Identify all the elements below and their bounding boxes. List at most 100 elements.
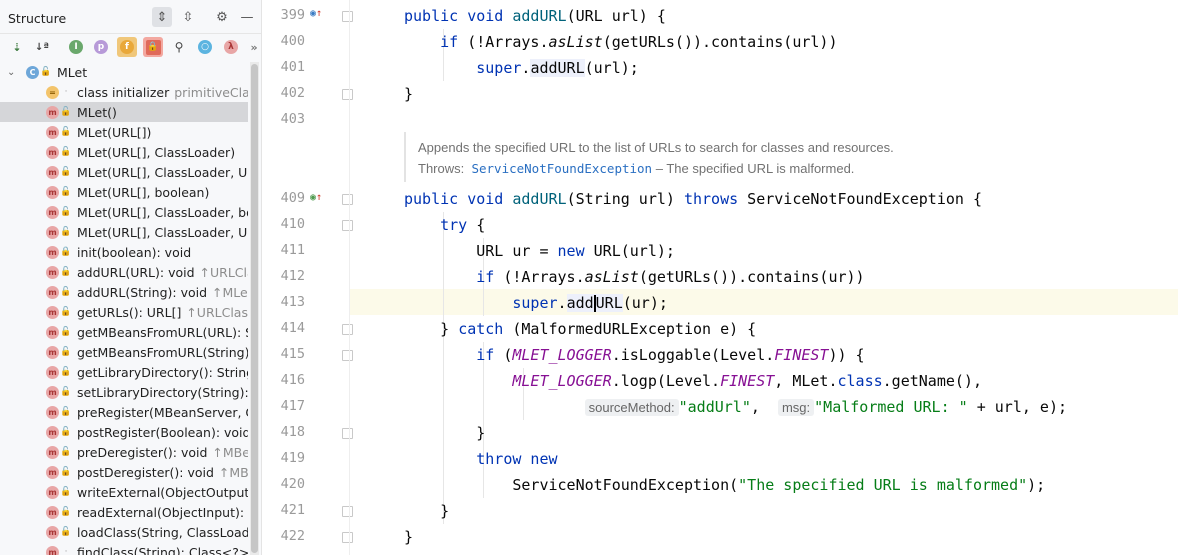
code-line-422[interactable]: } <box>404 524 413 550</box>
code-line-416[interactable]: MLET_LOGGER.logp(Level.FINEST, MLet.clas… <box>404 368 982 394</box>
public-visibility-icon: 🔓 <box>60 487 72 497</box>
code-editor[interactable]: 399 400 401 402 403 409 410 411 412 413 414 415 416 4… <box>263 0 1178 555</box>
fold-marker-icon[interactable] <box>342 324 353 335</box>
tree-item[interactable]: m·findClass(String): Class<?>↑ <box>0 542 248 555</box>
public-visibility-icon: 🔓 <box>60 187 72 197</box>
code-line-417[interactable]: sourceMethod: "addUrl", msg: "Malformed UR… <box>404 394 1067 420</box>
tree-item-label: class initializer <box>77 84 170 100</box>
line-number: 414 <box>280 320 305 336</box>
tree-item[interactable]: m 🔓 MLet(URL[], ClassLoader, UR <box>0 162 248 182</box>
minimize-icon[interactable]: — <box>237 7 257 27</box>
tree-item[interactable]: m 🔒 init(boolean): void <box>0 242 248 262</box>
tree-item[interactable]: m🔓 postDeregister(): void↑MBea <box>0 462 248 482</box>
fold-marker-icon[interactable] <box>342 220 353 231</box>
javadoc-rendered: Appends the specified URL to the list of… <box>404 132 1174 182</box>
code-line-410[interactable]: try { <box>404 212 485 238</box>
public-visibility-icon: 🔓 <box>60 447 72 457</box>
sort-by-visibility-icon[interactable]: ⇣ <box>7 37 27 57</box>
tree-item[interactable]: m 🔓 loadClass(String, ClassLoade <box>0 522 248 542</box>
code-line-419[interactable]: throw new <box>404 446 557 472</box>
tree-item-label: MLet() <box>77 104 117 120</box>
override-method-icon[interactable]: ◉↑ <box>310 8 322 19</box>
fold-marker-icon[interactable] <box>342 194 353 205</box>
fold-marker-icon[interactable] <box>342 350 353 361</box>
chevron-down-icon[interactable]: ⌄ <box>7 67 21 78</box>
structure-scrollbar[interactable] <box>250 62 259 555</box>
string-specified: "The specified URL is malformed" <box>738 476 1028 494</box>
gear-icon[interactable]: ⚙ <box>212 7 232 27</box>
tree-item[interactable]: m 🔓 getMBeansFromURL(String): <box>0 342 248 362</box>
code-line-409[interactable]: public void addURL(String url) throws Se… <box>404 186 982 212</box>
method-icon: m <box>46 345 59 359</box>
show-non-public-icon[interactable]: 🔒 <box>143 37 163 57</box>
show-fields-icon[interactable]: f <box>117 37 137 57</box>
public-visibility-icon: 🔓 <box>60 347 72 357</box>
tree-item-label: loadClass(String, ClassLoade <box>77 524 248 540</box>
method-icon: m <box>46 325 59 339</box>
javadoc-throws-link[interactable]: ServiceNotFoundException <box>471 161 652 176</box>
tree-item-label: postDeregister(): void <box>77 464 214 480</box>
code-line-400[interactable]: if (!Arrays.asList(getURLs()).contains(u… <box>404 29 837 55</box>
code-line-413[interactable]: super.add URL(ur); <box>404 290 668 316</box>
code-line-421[interactable]: } <box>404 498 449 524</box>
tree-item[interactable]: m 🔓 readExternal(ObjectInput): vc <box>0 502 248 522</box>
tree-item[interactable]: = · class initializerprimitiveClasses <box>0 82 248 102</box>
tree-item[interactable]: m 🔓 MLet() <box>0 102 248 122</box>
text-caret <box>593 295 596 312</box>
initializer-icon: = <box>46 85 59 99</box>
sort-alphabetically-icon[interactable]: ↓ª <box>32 37 52 57</box>
show-hierarchy-icon[interactable]: ⚲ <box>169 37 189 57</box>
code-line-415[interactable]: if (MLET_LOGGER.isLoggable(Level.FINEST)… <box>404 342 864 368</box>
tree-item-label: readExternal(ObjectInput): vc <box>77 504 248 520</box>
tree-item[interactable]: m 🔓 MLet(URL[]) <box>0 122 248 142</box>
public-visibility-icon: 🔓 <box>60 207 72 217</box>
tree-item[interactable]: m 🔓 MLet(URL[], boolean) <box>0 182 248 202</box>
structure-scrollbar-thumb[interactable] <box>251 64 258 553</box>
fold-marker-icon[interactable] <box>342 428 353 439</box>
tree-item[interactable]: m 🔓 setLibraryDirectory(String): v <box>0 382 248 402</box>
tree-item[interactable]: m🔓 addURL(URL): void↑URLCla <box>0 262 248 282</box>
fold-marker-icon[interactable] <box>342 532 353 543</box>
tree-item[interactable]: m🔓 preDeregister(): void↑MBea <box>0 442 248 462</box>
tree-item[interactable]: m 🔓 getMBeansFromURL(URL): S <box>0 322 248 342</box>
tree-item[interactable]: m 🔓 MLet(URL[], ClassLoader) <box>0 142 248 162</box>
method-icon: m <box>46 445 59 459</box>
tree-item[interactable]: m🔓postRegister(Boolean): void↑ <box>0 422 248 442</box>
tree-item-label: addURL(String): void <box>77 284 208 300</box>
code-line-402[interactable]: } <box>404 81 413 107</box>
fold-marker-icon[interactable] <box>342 506 353 517</box>
show-anonymous-icon[interactable]: ○ <box>195 37 215 57</box>
code-line-414[interactable]: } catch (MalformedURLException e) { <box>404 316 756 342</box>
more-actions-icon[interactable]: » <box>244 37 261 57</box>
tree-class-node[interactable]: ⌄ C 🔓 MLet <box>0 62 248 82</box>
tree-item-label: MLet(URL[], ClassLoader, boo <box>77 204 248 220</box>
structure-header: Structure ⇕ ⇳ ⚙ — <box>0 0 261 34</box>
implements-method-icon[interactable]: ◉↑ <box>310 192 322 203</box>
fold-marker-icon[interactable] <box>342 11 353 22</box>
tree-item-hint: ↑MLetM <box>212 284 248 300</box>
public-visibility-icon: 🔓 <box>60 107 72 117</box>
fold-marker-icon[interactable] <box>342 89 353 100</box>
show-inherited-icon[interactable]: I <box>66 37 86 57</box>
collapse-all-icon[interactable]: ⇳ <box>178 7 198 27</box>
expand-all-icon[interactable]: ⇕ <box>152 7 172 27</box>
show-properties-icon[interactable]: p <box>91 37 111 57</box>
tree-item-hint: ↑URLCla <box>199 264 248 280</box>
tree-item[interactable]: m🔓 addURL(String): void↑MLetM <box>0 282 248 302</box>
code-line-418[interactable]: } <box>404 420 485 446</box>
tree-item[interactable]: m 🔓 MLet(URL[], ClassLoader, boo <box>0 202 248 222</box>
method-icon: m <box>46 105 59 119</box>
tree-item[interactable]: m 🔓 getLibraryDirectory(): String <box>0 362 248 382</box>
tree-item[interactable]: m 🔓 MLet(URL[], ClassLoader, UR <box>0 222 248 242</box>
code-line-412[interactable]: if (!Arrays.asList(getURLs()).contains(u… <box>404 264 864 290</box>
code-line-411[interactable]: URL ur = new URL(url); <box>404 238 675 264</box>
tree-item[interactable]: m 🔓 writeExternal(ObjectOutput): <box>0 482 248 502</box>
tree-item[interactable]: m 🔓 preRegister(MBeanServer, Ob <box>0 402 248 422</box>
tree-item-label: preDeregister(): void <box>77 444 208 460</box>
show-lambdas-icon[interactable]: λ <box>221 37 241 57</box>
code-line-420[interactable]: ServiceNotFoundException("The specified … <box>404 472 1045 498</box>
code-line-399[interactable]: public void addURL(URL url) { <box>404 3 666 29</box>
code-line-401[interactable]: super.addURL(url); <box>404 55 639 81</box>
tree-item[interactable]: m 🔓 getURLs(): URL[] ↑URLClass <box>0 302 248 322</box>
tree-item-hint: primitiveClasses <box>174 84 248 100</box>
